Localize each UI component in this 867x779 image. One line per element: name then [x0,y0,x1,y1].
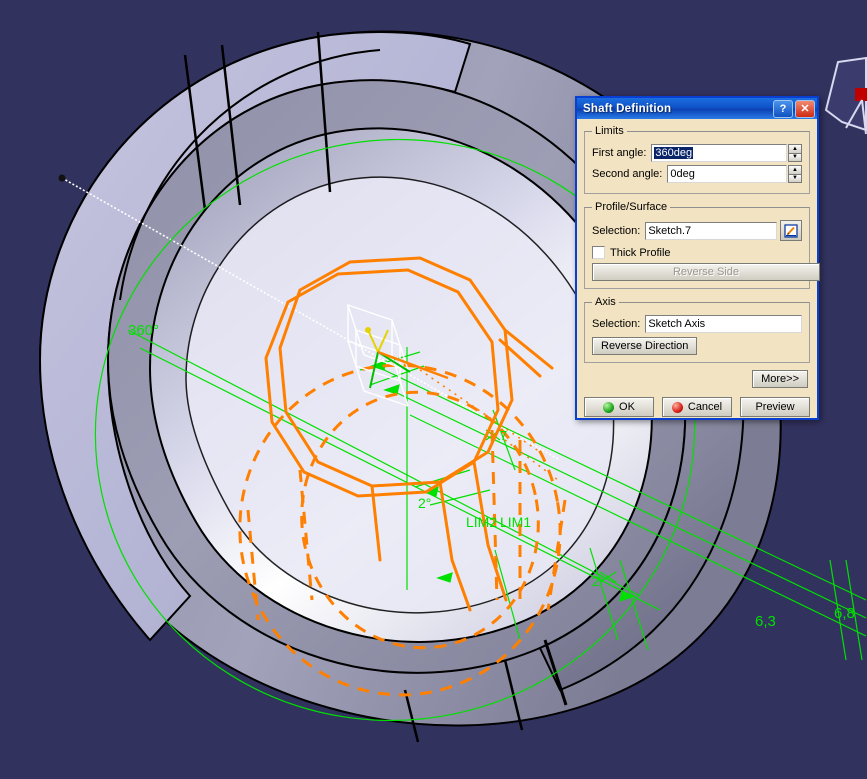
thick-profile-checkbox[interactable] [592,246,605,259]
reverse-side-button: Reverse Side [592,263,820,281]
annotation-label: LIM2 [466,514,497,530]
help-button[interactable]: ? [773,99,793,118]
axis-endpoint [58,174,66,182]
thick-profile-label: Thick Profile [610,246,671,259]
stepper-up-icon[interactable]: ▲ [788,165,802,174]
axis-selection-label: Selection: [592,318,641,330]
stepper-up-icon[interactable]: ▲ [788,144,802,153]
annotation-label: 2° [592,573,605,589]
preview-button[interactable]: Preview [740,397,810,417]
profile-surface-group: Profile/Surface Selection: Sketch.7 Thic… [584,201,820,289]
axis-selection-row: Selection: Sketch Axis [592,315,802,333]
profile-selection-input[interactable]: Sketch.7 [645,221,777,240]
dialog-titlebar[interactable]: Shaft Definition ? ✕ [577,98,817,119]
second-angle-label: Second angle: [592,168,663,180]
limits-group: Limits First angle: 360deg ▲ ▼ Second ang… [584,125,810,194]
ok-label: OK [619,401,635,413]
second-angle-stepper[interactable]: ▲ ▼ [788,165,802,183]
dialog-body: Limits First angle: 360deg ▲ ▼ Second ang… [577,119,820,388]
axis-group: Axis Selection: Sketch Axis Reverse Dire… [584,296,810,363]
compass-widget[interactable] [824,56,867,135]
cancel-button[interactable]: Cancel [662,397,732,417]
second-angle-input[interactable]: 0deg [667,165,787,183]
compass-marker [855,88,867,101]
first-angle-label: First angle: [592,147,647,159]
manipulator-handle[interactable] [365,327,371,333]
dialog-button-row: OK Cancel Preview [577,393,817,423]
stepper-down-icon[interactable]: ▼ [788,173,802,183]
axis-legend: Axis [595,296,616,308]
profile-selection-row: Selection: Sketch.7 [592,220,802,241]
annotation-label: 2° [418,495,431,511]
first-angle-input[interactable]: 360deg [651,144,787,162]
ok-button[interactable]: OK [584,397,654,417]
profile-selection-label: Selection: [592,224,641,237]
cancel-label: Cancel [687,401,723,413]
annotation-label: 6,8 [834,605,855,622]
reverse-direction-button[interactable]: Reverse Direction [592,337,698,355]
profile-legend: Profile/Surface [595,201,668,213]
annotation-label: LIM1 [500,514,531,530]
application-window: 360° 2° LIM2 LIM1 2° 6,3 6,8 7 Shaft Def… [0,0,867,779]
limits-legend: Limits [595,125,624,137]
thick-profile-row[interactable]: Thick Profile [592,246,802,259]
close-icon[interactable]: ✕ [795,99,815,118]
more-button[interactable]: More>> [752,370,808,388]
axis-selection-input[interactable]: Sketch Axis [645,315,802,333]
shaft-definition-dialog[interactable]: Shaft Definition ? ✕ Limits First angle:… [575,96,820,423]
ok-led-icon [603,401,615,413]
annotation-label: 7 [500,428,507,443]
cancel-led-icon [671,401,683,413]
second-angle-row: Second angle: 0deg ▲ ▼ [592,165,802,183]
pencil-pad-icon [784,223,798,238]
first-angle-value: 360deg [654,147,694,159]
preview-label: Preview [755,401,795,413]
annotation-label: 360° [128,322,159,339]
stepper-down-icon[interactable]: ▼ [788,152,802,162]
edit-sketch-icon[interactable] [780,220,802,241]
annotation-label: 6,3 [755,613,776,630]
dialog-title: Shaft Definition [583,102,672,115]
first-angle-row: First angle: 360deg ▲ ▼ [592,144,802,162]
more-row: More>> [584,370,808,388]
first-angle-stepper[interactable]: ▲ ▼ [788,144,802,162]
